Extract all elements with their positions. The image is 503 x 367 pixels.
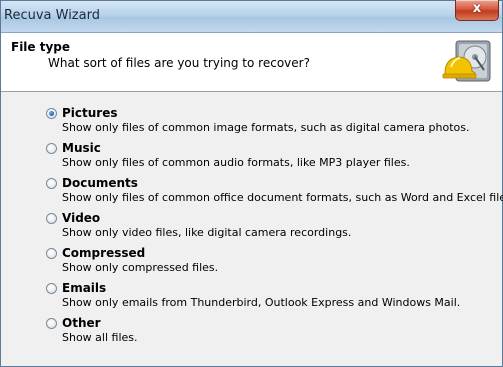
documents-radio[interactable] <box>46 178 57 189</box>
page-title: File type <box>11 40 71 54</box>
option-description: Show only video files, like digital came… <box>62 226 352 239</box>
recuva-logo-icon <box>442 40 491 82</box>
option-label: Pictures <box>62 106 118 120</box>
option-video[interactable]: Video Show only video files, like digita… <box>46 211 486 241</box>
music-radio[interactable] <box>46 143 57 154</box>
option-music[interactable]: Music Show only files of common audio fo… <box>46 141 486 171</box>
close-icon: x <box>472 1 482 16</box>
option-description: Show only files of common image formats,… <box>62 121 470 134</box>
close-button[interactable]: x <box>455 0 499 21</box>
other-radio[interactable] <box>46 318 57 329</box>
window-title: Recuva Wizard <box>4 8 100 23</box>
page-subtitle: What sort of files are you trying to rec… <box>48 56 310 70</box>
option-description: Show only emails from Thunderbird, Outlo… <box>62 296 461 309</box>
compressed-radio[interactable] <box>46 248 57 259</box>
option-description: Show only files of common audio formats,… <box>62 156 410 169</box>
option-other[interactable]: Other Show all files. <box>46 316 486 346</box>
video-radio[interactable] <box>46 213 57 224</box>
option-label: Music <box>62 141 101 155</box>
recuva-wizard-window: Recuva Wizard x File type What sort of f… <box>0 0 503 367</box>
option-description: Show only compressed files. <box>62 261 219 274</box>
option-label: Video <box>62 211 101 225</box>
wizard-header: File type What sort of files are you try… <box>1 33 502 92</box>
option-label: Documents <box>62 176 138 190</box>
file-type-options: Pictures Show only files of common image… <box>1 93 503 366</box>
title-bar[interactable]: Recuva Wizard x <box>1 0 502 33</box>
option-emails[interactable]: Emails Show only emails from Thunderbird… <box>46 281 486 311</box>
option-documents[interactable]: Documents Show only files of common offi… <box>46 176 503 206</box>
option-pictures[interactable]: Pictures Show only files of common image… <box>46 106 486 136</box>
option-description: Show only files of common office documen… <box>62 191 503 204</box>
emails-radio[interactable] <box>46 283 57 294</box>
option-label: Other <box>62 316 101 330</box>
option-description: Show all files. <box>62 331 138 344</box>
pictures-radio[interactable] <box>46 108 57 119</box>
option-label: Compressed <box>62 246 146 260</box>
option-label: Emails <box>62 281 107 295</box>
option-compressed[interactable]: Compressed Show only compressed files. <box>46 246 486 276</box>
